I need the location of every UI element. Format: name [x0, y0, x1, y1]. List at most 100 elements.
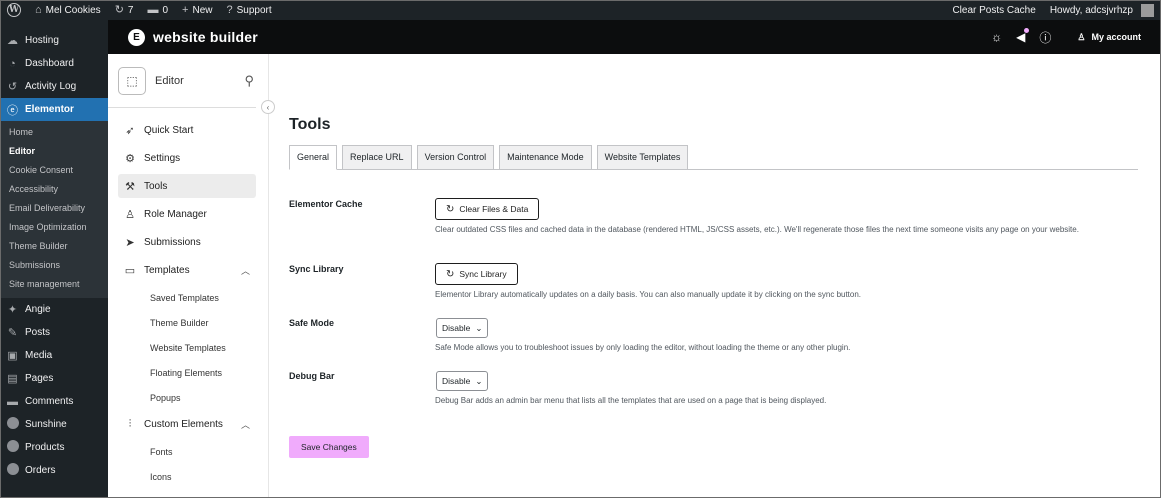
- help-icon[interactable]: ⓘ: [1039, 29, 1051, 46]
- tab-website-templates[interactable]: Website Templates: [596, 145, 689, 170]
- tab-replace-url[interactable]: Replace URL: [342, 145, 412, 170]
- nav-label: Templates: [144, 264, 190, 276]
- refresh-icon: ↻: [114, 3, 124, 16]
- support-link[interactable]: ? Support: [219, 0, 278, 20]
- nav-popups[interactable]: Popups: [108, 386, 268, 411]
- menu-label: Sunshine: [25, 419, 67, 430]
- gear-icon: ⚙: [125, 152, 135, 165]
- new-content-link[interactable]: + New: [175, 0, 219, 20]
- submenu-site-management[interactable]: Site management: [0, 275, 108, 294]
- nav-tools[interactable]: ⚒ Tools: [118, 174, 256, 198]
- menu-item-comments[interactable]: ▬ Comments: [0, 390, 108, 413]
- nav-quick-start[interactable]: ➶ Quick Start: [118, 118, 256, 142]
- sync-description: Elementor Library automatically updates …: [435, 290, 862, 299]
- menu-item-hosting[interactable]: ☁ Hosting: [0, 29, 108, 52]
- editor-side-panel: ⬚ Editor ⚲ ‹ ➶ Quick Start ⚙ Settings ⚒ Too…: [108, 54, 275, 498]
- menu-item-angie[interactable]: ✦ Angie: [0, 298, 108, 321]
- submenu-cookie-consent[interactable]: Cookie Consent: [0, 161, 108, 180]
- debug-bar-label: Debug Bar: [289, 371, 335, 381]
- save-changes-button[interactable]: Save Changes: [289, 436, 369, 458]
- menu-item-dashboard[interactable]: ◔ Dashboard: [0, 52, 108, 75]
- nav-theme-builder[interactable]: Theme Builder: [108, 311, 268, 336]
- nav-saved-templates[interactable]: Saved Templates: [108, 286, 268, 311]
- nav-settings[interactable]: ⚙ Settings: [118, 146, 256, 170]
- chevron-down-icon: ⌄: [475, 322, 483, 333]
- search-icon[interactable]: ⚲: [244, 73, 254, 89]
- refresh-icon: ↻: [446, 268, 455, 280]
- menu-label: Comments: [25, 396, 74, 407]
- tab-version-control[interactable]: Version Control: [416, 145, 495, 170]
- safe-mode-select[interactable]: Disable ⌄: [436, 318, 489, 338]
- my-account-label: My account: [1091, 32, 1141, 42]
- elementor-top-bar: E website builder ☼ ◀ ⓘ ♙ My account: [108, 20, 1161, 54]
- submenu-editor[interactable]: Editor: [0, 142, 108, 161]
- comment-icon: ▬: [147, 3, 159, 16]
- menu-label: Activity Log: [25, 81, 77, 92]
- nav-label: Custom Elements: [144, 418, 223, 430]
- elementor-submenu: Home Editor Cookie Consent Accessibility…: [0, 121, 108, 298]
- tab-general[interactable]: General: [289, 145, 338, 170]
- support-label: Support: [236, 4, 272, 16]
- editor-icon: ⬚: [118, 66, 146, 95]
- my-account-button[interactable]: ♙ My account: [1077, 32, 1141, 43]
- submenu-theme-builder[interactable]: Theme Builder: [0, 237, 108, 256]
- megaphone-icon[interactable]: ◀: [1016, 28, 1030, 44]
- menu-item-sunshine[interactable]: Sunshine: [0, 413, 108, 436]
- clear-posts-cache-link[interactable]: Clear Posts Cache: [945, 0, 1042, 20]
- button-label: Clear Files & Data: [459, 204, 529, 214]
- wp-admin-menu: ☁ Hosting ◔ Dashboard ↺ Activity Log ⓔ Eleme…: [0, 20, 108, 498]
- sync-library-button[interactable]: ↻ Sync Library: [435, 263, 518, 285]
- site-name: Mel Cookies: [45, 4, 101, 16]
- nav-website-templates[interactable]: Website Templates: [108, 336, 268, 361]
- clear-files-button[interactable]: ↻ Clear Files & Data: [435, 198, 540, 220]
- comments-link[interactable]: ▬ 0: [140, 0, 175, 20]
- elementor-icon: ⓔ: [7, 104, 18, 117]
- select-value: Disable: [442, 376, 471, 386]
- menu-label: Elementor: [25, 104, 74, 115]
- submenu-accessibility[interactable]: Accessibility: [0, 180, 108, 199]
- nav-label: Tools: [144, 180, 168, 192]
- nav-floating-elements[interactable]: Floating Elements: [108, 361, 268, 386]
- sparkle-icon: ✦: [7, 304, 18, 316]
- avatar: [1141, 3, 1154, 17]
- collapse-panel-button[interactable]: ‹: [261, 100, 275, 114]
- nav-submissions[interactable]: ➤ Submissions: [118, 230, 256, 254]
- menu-item-pages[interactable]: ▤ Pages: [0, 367, 108, 390]
- nav-label: Submissions: [144, 236, 201, 248]
- my-account-menu[interactable]: Howdy, adcsjvrhzp: [1043, 0, 1161, 20]
- users-icon: ♙: [125, 208, 135, 221]
- submenu-email-deliverability[interactable]: Email Deliverability: [0, 199, 108, 218]
- circle-icon: [6, 417, 19, 432]
- menu-item-elementor[interactable]: ⓔ Elementor: [0, 98, 108, 121]
- menu-item-activity-log[interactable]: ↺ Activity Log: [0, 75, 108, 98]
- menu-item-orders[interactable]: Orders: [0, 459, 108, 482]
- updates-link[interactable]: ↻ 7: [108, 0, 141, 20]
- site-name-link[interactable]: ⌂ Mel Cookies: [28, 0, 108, 20]
- submenu-image-optimization[interactable]: Image Optimization: [0, 218, 108, 237]
- send-icon: ➤: [125, 236, 135, 249]
- menu-label: Media: [25, 350, 53, 361]
- menu-item-posts[interactable]: ✎ Posts: [0, 321, 108, 344]
- wp-logo-button[interactable]: W: [0, 0, 28, 20]
- nav-templates[interactable]: ▭ Templates ︿: [118, 258, 256, 282]
- chevron-up-icon: ︿: [240, 265, 250, 276]
- submenu-home[interactable]: Home: [0, 123, 108, 142]
- nav-icons[interactable]: Icons: [108, 465, 268, 490]
- pin-icon: ✎: [7, 327, 18, 339]
- howdy-text: Howdy, adcsjvrhzp: [1049, 4, 1133, 16]
- menu-item-media[interactable]: ▣ Media: [0, 344, 108, 367]
- panel-header: ⬚ Editor ⚲: [108, 54, 256, 108]
- safe-mode-label: Safe Mode: [289, 318, 335, 328]
- home-icon: ⌂: [35, 3, 42, 16]
- tab-maintenance-mode[interactable]: Maintenance Mode: [499, 145, 592, 170]
- debug-bar-select[interactable]: Disable ⌄: [436, 371, 489, 391]
- submenu-submissions[interactable]: Submissions: [0, 256, 108, 275]
- elementor-cache-label: Elementor Cache: [289, 199, 363, 209]
- nav-role-manager[interactable]: ♙ Role Manager: [118, 202, 256, 226]
- lightbulb-icon[interactable]: ☼: [991, 30, 1002, 44]
- app-title: website builder: [153, 29, 258, 45]
- comment-icon: ▬: [7, 395, 18, 408]
- nav-custom-elements[interactable]: ⫶ Custom Elements ︿: [118, 412, 256, 436]
- menu-item-products[interactable]: Products: [0, 436, 108, 459]
- nav-fonts[interactable]: Fonts: [108, 440, 268, 465]
